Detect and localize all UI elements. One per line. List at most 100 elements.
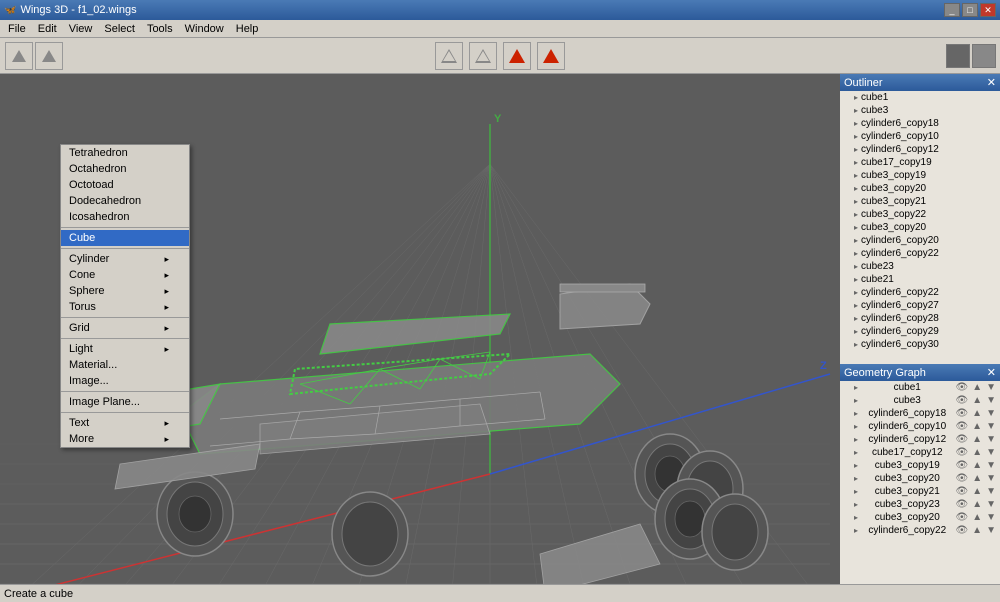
geograph-item[interactable]: cube3 👁 ▲ ▼ bbox=[840, 394, 1000, 407]
up-arrow-icon[interactable]: ▲ bbox=[972, 447, 982, 458]
outliner-item[interactable]: cube21 bbox=[840, 273, 1000, 286]
up-arrow-icon[interactable]: ▲ bbox=[972, 434, 982, 445]
outliner-item[interactable]: cube3_copy20 bbox=[840, 182, 1000, 195]
ctx-light[interactable]: Light ▸ bbox=[61, 341, 189, 357]
menu-item-tools[interactable]: Tools bbox=[141, 22, 179, 36]
toolbar-left-btn2[interactable] bbox=[35, 42, 63, 70]
outliner-item[interactable]: cylinder6_copy22 bbox=[840, 247, 1000, 260]
menu-item-file[interactable]: File bbox=[2, 22, 32, 36]
triangle-outline-1[interactable] bbox=[435, 42, 463, 70]
geograph-item[interactable]: cube3_copy19 👁 ▲ ▼ bbox=[840, 459, 1000, 472]
viewport-3d[interactable]: X Y Z Tetrahedron Octahedron Octotoad Do… bbox=[0, 74, 840, 584]
up-arrow-icon[interactable]: ▲ bbox=[972, 382, 982, 393]
outliner-item[interactable]: cylinder6_copy29 bbox=[840, 325, 1000, 338]
outliner-close[interactable]: ✕ bbox=[987, 76, 996, 89]
outliner-item[interactable]: cylinder6_copy22 bbox=[840, 286, 1000, 299]
up-arrow-icon[interactable]: ▲ bbox=[972, 525, 982, 536]
up-arrow-icon[interactable]: ▲ bbox=[972, 421, 982, 432]
maximize-button[interactable]: □ bbox=[962, 3, 978, 17]
up-arrow-icon[interactable]: ▲ bbox=[972, 395, 982, 406]
outliner-item[interactable]: cylinder6_copy30 bbox=[840, 338, 1000, 351]
ctx-cylinder[interactable]: Cylinder ▸ bbox=[61, 251, 189, 267]
ctx-octahedron[interactable]: Octahedron bbox=[61, 161, 189, 177]
eye-icon[interactable]: 👁 bbox=[955, 395, 968, 406]
minimize-button[interactable]: _ bbox=[944, 3, 960, 17]
up-arrow-icon[interactable]: ▲ bbox=[972, 408, 982, 419]
ctx-cone[interactable]: Cone ▸ bbox=[61, 267, 189, 283]
ctx-material[interactable]: Material... bbox=[61, 357, 189, 373]
outliner-item[interactable]: cube3_copy21 bbox=[840, 195, 1000, 208]
outliner-list[interactable]: cube1 cube3 cylinder6_copy18 cylinder6_c… bbox=[840, 91, 1000, 364]
triangle-outline-2[interactable] bbox=[469, 42, 497, 70]
down-arrow-icon[interactable]: ▼ bbox=[986, 460, 996, 471]
geograph-item[interactable]: cube3_copy20 👁 ▲ ▼ bbox=[840, 472, 1000, 485]
triangle-red-2[interactable] bbox=[537, 42, 565, 70]
geograph-item[interactable]: cube3_copy20 👁 ▲ ▼ bbox=[840, 511, 1000, 524]
outliner-item[interactable]: cube3_copy19 bbox=[840, 169, 1000, 182]
geograph-item[interactable]: cylinder6_copy12 👁 ▲ ▼ bbox=[840, 433, 1000, 446]
menu-item-select[interactable]: Select bbox=[98, 22, 141, 36]
geograph-list[interactable]: cube1 👁 ▲ ▼ cube3 👁 ▲ ▼ cy bbox=[840, 381, 1000, 584]
toolbar-left-btn[interactable] bbox=[5, 42, 33, 70]
down-arrow-icon[interactable]: ▼ bbox=[986, 434, 996, 445]
geograph-item[interactable]: cube3_copy23 👁 ▲ ▼ bbox=[840, 498, 1000, 511]
eye-icon[interactable]: 👁 bbox=[955, 525, 968, 536]
eye-icon[interactable]: 👁 bbox=[955, 434, 968, 445]
menu-item-help[interactable]: Help bbox=[230, 22, 265, 36]
geograph-item[interactable]: cylinder6_copy18 👁 ▲ ▼ bbox=[840, 407, 1000, 420]
ctx-text[interactable]: Text ▸ bbox=[61, 415, 189, 431]
outliner-item[interactable]: cube3_copy20 bbox=[840, 221, 1000, 234]
down-arrow-icon[interactable]: ▼ bbox=[986, 395, 996, 406]
ctx-image[interactable]: Image... bbox=[61, 373, 189, 389]
eye-icon[interactable]: 👁 bbox=[955, 499, 968, 510]
geograph-item[interactable]: cylinder6_copy22 👁 ▲ ▼ bbox=[840, 524, 1000, 537]
eye-icon[interactable]: 👁 bbox=[955, 382, 968, 393]
up-arrow-icon[interactable]: ▲ bbox=[972, 512, 982, 523]
down-arrow-icon[interactable]: ▼ bbox=[986, 382, 996, 393]
outliner-item[interactable]: cube3 bbox=[840, 104, 1000, 117]
eye-icon[interactable]: 👁 bbox=[955, 421, 968, 432]
outliner-item[interactable]: cube1 bbox=[840, 91, 1000, 104]
geograph-item[interactable]: cube17_copy12 👁 ▲ ▼ bbox=[840, 446, 1000, 459]
ctx-cube[interactable]: Cube bbox=[61, 230, 189, 246]
eye-icon[interactable]: 👁 bbox=[955, 460, 968, 471]
ctx-octotoad[interactable]: Octotoad bbox=[61, 177, 189, 193]
eye-icon[interactable]: 👁 bbox=[955, 512, 968, 523]
outliner-item[interactable]: cylinder6_copy27 bbox=[840, 299, 1000, 312]
menu-item-view[interactable]: View bbox=[63, 22, 99, 36]
up-arrow-icon[interactable]: ▲ bbox=[972, 486, 982, 497]
down-arrow-icon[interactable]: ▼ bbox=[986, 473, 996, 484]
ctx-sphere[interactable]: Sphere ▸ bbox=[61, 283, 189, 299]
ctx-dodecahedron[interactable]: Dodecahedron bbox=[61, 193, 189, 209]
down-arrow-icon[interactable]: ▼ bbox=[986, 421, 996, 432]
up-arrow-icon[interactable]: ▲ bbox=[972, 460, 982, 471]
ctx-tetrahedron[interactable]: Tetrahedron bbox=[61, 145, 189, 161]
ctx-torus[interactable]: Torus ▸ bbox=[61, 299, 189, 315]
down-arrow-icon[interactable]: ▼ bbox=[986, 447, 996, 458]
close-button[interactable]: ✕ bbox=[980, 3, 996, 17]
down-arrow-icon[interactable]: ▼ bbox=[986, 525, 996, 536]
up-arrow-icon[interactable]: ▲ bbox=[972, 499, 982, 510]
menu-item-edit[interactable]: Edit bbox=[32, 22, 63, 36]
down-arrow-icon[interactable]: ▼ bbox=[986, 512, 996, 523]
outliner-item[interactable]: cylinder6_copy18 bbox=[840, 117, 1000, 130]
view-btn-1[interactable] bbox=[946, 44, 970, 68]
down-arrow-icon[interactable]: ▼ bbox=[986, 486, 996, 497]
outliner-item[interactable]: cube23 bbox=[840, 260, 1000, 273]
outliner-item[interactable]: cube3_copy22 bbox=[840, 208, 1000, 221]
ctx-grid[interactable]: Grid ▸ bbox=[61, 320, 189, 336]
eye-icon[interactable]: 👁 bbox=[955, 473, 968, 484]
geograph-item[interactable]: cube1 👁 ▲ ▼ bbox=[840, 381, 1000, 394]
up-arrow-icon[interactable]: ▲ bbox=[972, 473, 982, 484]
ctx-icosahedron[interactable]: Icosahedron bbox=[61, 209, 189, 225]
geograph-item[interactable]: cube3_copy21 👁 ▲ ▼ bbox=[840, 485, 1000, 498]
outliner-item[interactable]: cylinder6_copy28 bbox=[840, 312, 1000, 325]
down-arrow-icon[interactable]: ▼ bbox=[986, 408, 996, 419]
outliner-item[interactable]: cube17_copy19 bbox=[840, 156, 1000, 169]
ctx-image-plane[interactable]: Image Plane... bbox=[61, 394, 189, 410]
ctx-more[interactable]: More ▸ bbox=[61, 431, 189, 447]
outliner-item[interactable]: cylinder6_copy12 bbox=[840, 143, 1000, 156]
menu-item-window[interactable]: Window bbox=[179, 22, 230, 36]
down-arrow-icon[interactable]: ▼ bbox=[986, 499, 996, 510]
outliner-item[interactable]: cylinder6_copy10 bbox=[840, 130, 1000, 143]
